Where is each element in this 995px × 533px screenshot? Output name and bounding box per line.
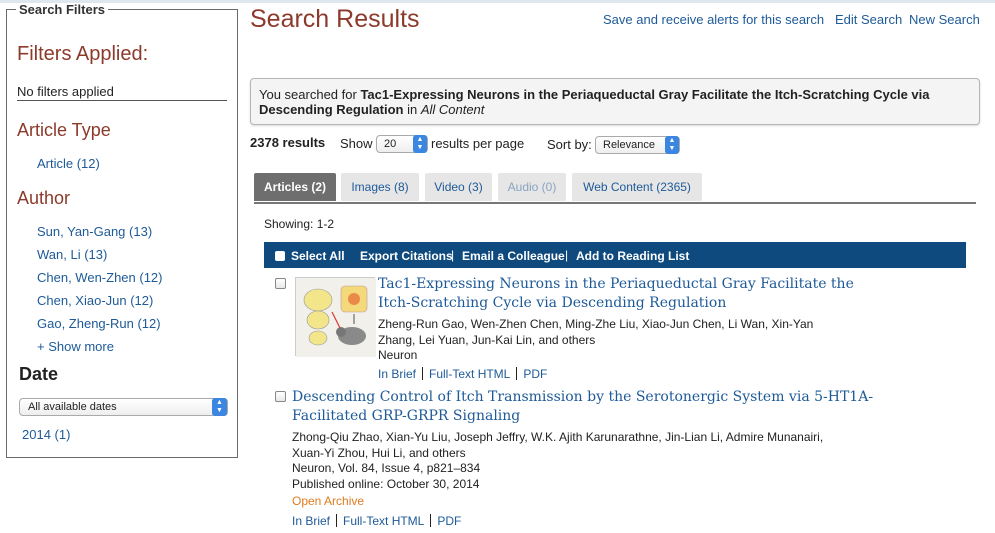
authors-line: Xuan-Yi Zhou, Hui Li, and others: [292, 446, 466, 460]
full-text-html-link[interactable]: Full-Text HTML: [429, 367, 510, 381]
author-heading: Author: [17, 188, 71, 208]
result-published-date: Published online: October 30, 2014: [292, 477, 480, 491]
email-colleague-button[interactable]: Email a Colleague: [462, 249, 565, 263]
no-filters-text: No filters applied: [17, 84, 227, 101]
article-thumbnail[interactable]: [295, 277, 376, 357]
filter-author-link[interactable]: Wan, Li (13): [37, 247, 107, 262]
sort-label: Sort by:: [547, 137, 592, 152]
select-updown-icon: ▲ ▼: [212, 398, 227, 416]
showing-range: Showing: 1-2: [264, 217, 335, 231]
show-more-authors-link[interactable]: + Show more: [37, 339, 114, 354]
search-summary-in: in: [403, 102, 421, 117]
filter-article-type-article[interactable]: Article (12): [37, 156, 100, 171]
graphical-abstract-image: [296, 278, 376, 357]
tab-web-content[interactable]: Web Content (2365): [572, 173, 702, 201]
results-per-page-select[interactable]: 20 ▲ ▼: [376, 135, 428, 153]
result-links: In Brief Full-Text HTML PDF: [378, 367, 547, 381]
tabs-divider: [254, 202, 976, 204]
page-title: Search Results: [250, 5, 420, 33]
article-type-heading: Article Type: [17, 120, 111, 140]
result-authors: Zhong-Qiu Zhao, Xian-Yu Liu, Joseph Jeff…: [292, 429, 823, 461]
date-heading: Date: [19, 364, 59, 384]
authors-line: Zheng-Run Gao, Wen-Zhen Chen, Ming-Zhe L…: [378, 317, 814, 331]
sort-value: Relevance: [603, 139, 655, 151]
authors-line: Zhang, Lei Yuan, Jun-Kai Lin, and others: [378, 333, 596, 347]
results-count: 2378 results: [250, 135, 326, 150]
search-query: Tac1-Expressing Neurons in the Periaqued…: [259, 87, 930, 117]
export-citations-button[interactable]: Export Citations: [360, 249, 453, 263]
open-archive-badge: Open Archive: [292, 494, 365, 508]
tab-audio[interactable]: Audio (0): [498, 173, 566, 201]
link-divider: [422, 367, 424, 380]
select-updown-icon: ▲ ▼: [413, 135, 427, 153]
edit-search-link[interactable]: Edit Search: [835, 12, 902, 27]
action-separator: |: [451, 248, 455, 262]
select-updown-icon: ▲ ▼: [665, 136, 679, 154]
filter-author-link[interactable]: Sun, Yan-Gang (13): [37, 224, 152, 239]
search-summary: You searched for Tac1-Expressing Neurons…: [250, 78, 980, 125]
result-authors: Zheng-Run Gao, Wen-Zhen Chen, Ming-Zhe L…: [378, 316, 813, 348]
filter-author-link[interactable]: Chen, Wen-Zhen (12): [37, 270, 163, 285]
result-links: In Brief Full-Text HTML PDF: [292, 514, 461, 528]
per-page-value: 20: [384, 138, 397, 150]
filter-author-link[interactable]: Chen, Xiao-Jun (12): [37, 293, 153, 308]
result-title-line: Facilitated GRP-GRPR Signaling: [292, 408, 521, 424]
result-title-link[interactable]: Tac1-Expressing Neurons in the Periaqued…: [378, 275, 854, 313]
result-title-line: Itch-Scratching Cycle via Descending Reg…: [378, 295, 727, 311]
new-search-link[interactable]: New Search: [909, 12, 980, 27]
link-divider: [430, 514, 432, 527]
save-alert-link[interactable]: Save and receive alerts for this search: [603, 12, 824, 27]
result-title-line: Tac1-Expressing Neurons in the Periaqued…: [378, 276, 854, 292]
pdf-link[interactable]: PDF: [437, 514, 461, 528]
action-separator: |: [565, 248, 569, 262]
results-action-bar: Select All Export Citations | Email a Co…: [264, 242, 966, 268]
tab-video[interactable]: Video (3): [425, 173, 492, 201]
result-title-link[interactable]: Descending Control of Itch Transmission …: [292, 388, 873, 426]
select-all-checkbox[interactable]: [275, 251, 285, 261]
filter-year-link[interactable]: 2014 (1): [22, 427, 70, 442]
search-summary-prefix: You searched for: [259, 87, 361, 102]
pdf-link[interactable]: PDF: [523, 367, 547, 381]
select-all-label[interactable]: Select All: [291, 249, 345, 263]
result-checkbox[interactable]: [275, 278, 286, 289]
tab-images[interactable]: Images (8): [341, 173, 419, 201]
result-journal: Neuron: [378, 348, 418, 362]
filter-author-link[interactable]: Gao, Zheng-Run (12): [37, 316, 161, 331]
result-checkbox[interactable]: [275, 391, 286, 402]
in-brief-link[interactable]: In Brief: [378, 367, 416, 381]
search-filters-panel: Search Filters Filters Applied: No filte…: [6, 3, 238, 458]
date-range-select[interactable]: All available dates ▲ ▼: [19, 398, 228, 416]
link-divider: [516, 367, 518, 380]
tab-articles[interactable]: Articles (2): [254, 173, 336, 201]
authors-line: Zhong-Qiu Zhao, Xian-Yu Liu, Joseph Jeff…: [292, 430, 824, 444]
date-select-value: All available dates: [28, 401, 117, 413]
result-citation: Neuron, Vol. 84, Issue 4, p821–834: [292, 461, 481, 475]
top-border: [0, 0, 995, 3]
in-brief-link[interactable]: In Brief: [292, 514, 330, 528]
add-reading-list-button[interactable]: Add to Reading List: [576, 249, 689, 263]
full-text-html-link[interactable]: Full-Text HTML: [343, 514, 424, 528]
show-label: Show: [340, 136, 373, 151]
filters-applied-heading: Filters Applied:: [17, 43, 149, 65]
per-page-label: results per page: [431, 136, 525, 151]
result-title-line: Descending Control of Itch Transmission …: [292, 389, 874, 405]
link-divider: [336, 514, 338, 527]
sort-by-select[interactable]: Relevance ▲ ▼: [595, 136, 680, 154]
search-scope: All Content: [420, 102, 485, 117]
search-filters-legend: Search Filters: [16, 3, 108, 17]
